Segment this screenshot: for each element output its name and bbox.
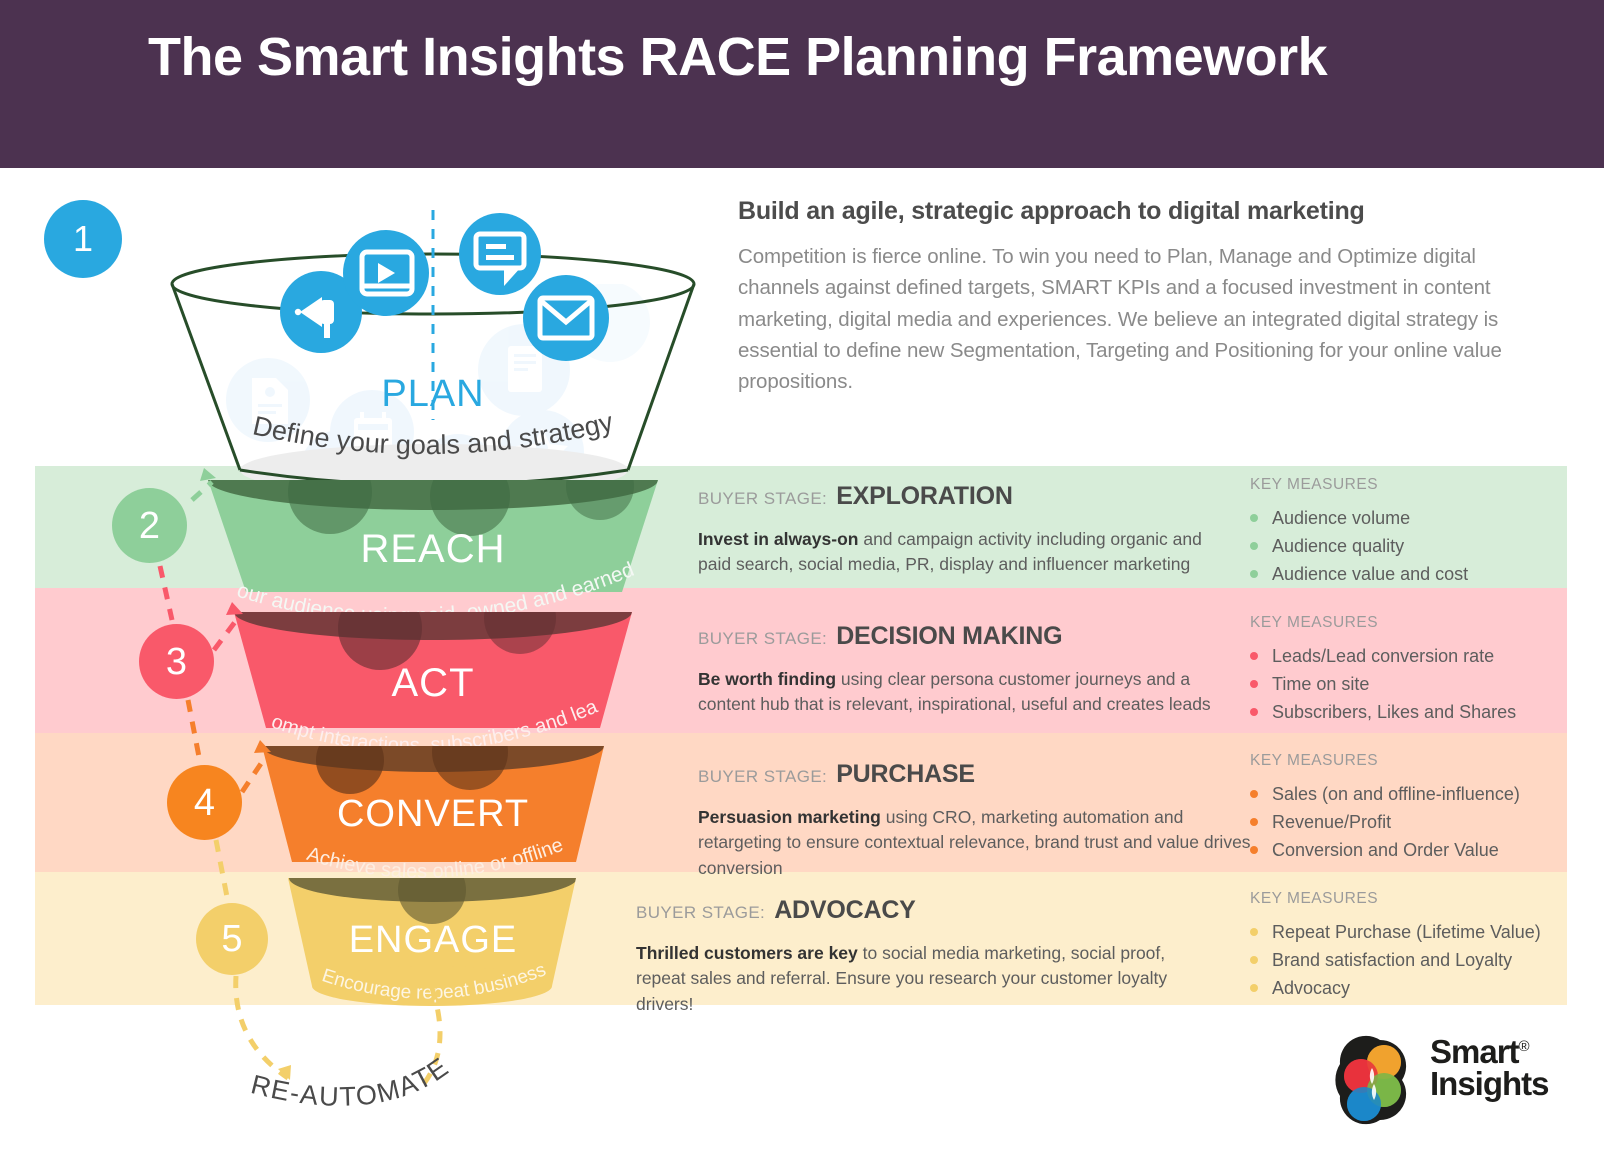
measure-item: Audience quality — [1250, 534, 1550, 559]
loop-label: RE-AUTOMATE — [248, 1051, 455, 1112]
measures-title: KEY MEASURES — [1250, 614, 1379, 631]
intro-block: Build an agile, strategic approach to di… — [738, 196, 1528, 397]
measure-item: Repeat Purchase (Lifetime Value) — [1250, 920, 1550, 945]
row-text-engage: BUYER STAGE: ADVOCACY Thrilled customers… — [636, 898, 1196, 1017]
row-desc-act: Be worth finding using clear persona cus… — [698, 667, 1238, 718]
buyer-stage-prefix: BUYER STAGE: — [698, 629, 828, 648]
logo-registered: ® — [1518, 1038, 1530, 1055]
buyer-stage-prefix: BUYER STAGE: — [698, 767, 828, 786]
measure-item: Brand satisfaction and Loyalty — [1250, 948, 1550, 973]
logo-wordmark: Smart® Insights — [1430, 1035, 1550, 1103]
plan-icon-video — [343, 230, 429, 316]
measures-list: Audience volume Audience quality Audienc… — [1250, 506, 1550, 586]
measure-item: Advocacy — [1250, 976, 1550, 1001]
buyer-stage-engage: BUYER STAGE: ADVOCACY — [636, 898, 1196, 923]
measure-item: Time on site — [1250, 672, 1550, 697]
measure-item: Leads/Lead conversion rate — [1250, 644, 1550, 669]
measures-title: KEY MEASURES — [1250, 890, 1379, 907]
row-text-act: BUYER STAGE: DECISION MAKING Be worth fi… — [698, 624, 1238, 718]
reach-title: REACH — [360, 527, 505, 571]
measures-reach: KEY MEASURES Audience volume Audience qu… — [1250, 476, 1550, 589]
measures-title: KEY MEASURES — [1250, 752, 1379, 769]
row-desc-bold: Invest in always-on — [698, 529, 859, 549]
measures-engage: KEY MEASURES Repeat Purchase (Lifetime V… — [1250, 890, 1550, 1003]
measures-list: Repeat Purchase (Lifetime Value) Brand s… — [1250, 920, 1550, 1000]
buyer-stage-name: EXPLORATION — [836, 482, 1013, 510]
buyer-stage-name: PURCHASE — [836, 760, 975, 788]
measures-title: KEY MEASURES — [1250, 476, 1379, 493]
measures-list: Leads/Lead conversion rate Time on site … — [1250, 644, 1550, 724]
logo-circles-icon — [1335, 1035, 1407, 1125]
buyer-stage-act: BUYER STAGE: DECISION MAKING — [698, 624, 1238, 649]
row-text-reach: BUYER STAGE: EXPLORATION Invest in alway… — [698, 484, 1238, 578]
intro-heading: Build an agile, strategic approach to di… — [738, 197, 1365, 225]
buyer-stage-convert: BUYER STAGE: PURCHASE — [698, 762, 1258, 787]
row-desc-reach: Invest in always-on and campaign activit… — [698, 527, 1238, 578]
measure-item: Audience volume — [1250, 506, 1550, 531]
plan-icon-envelope — [523, 275, 609, 361]
measures-act: KEY MEASURES Leads/Lead conversion rate … — [1250, 614, 1550, 727]
measures-convert: KEY MEASURES Sales (on and offline-influ… — [1250, 752, 1550, 865]
engage-title: ENGAGE — [349, 919, 518, 961]
step-badge-5: 5 — [196, 903, 268, 975]
buyer-stage-prefix: BUYER STAGE: — [698, 489, 828, 508]
step-badge-3: 3 — [139, 624, 214, 699]
intro-body: Competition is fierce online. To win you… — [738, 245, 1502, 393]
row-text-convert: BUYER STAGE: PURCHASE Persuasion marketi… — [698, 762, 1258, 881]
step-badge-1: 1 — [44, 200, 122, 278]
step-badge-4: 4 — [167, 765, 242, 840]
row-desc-bold: Persuasion marketing — [698, 807, 881, 827]
measures-list: Sales (on and offline-influence) Revenue… — [1250, 782, 1550, 862]
measure-item: Audience value and cost — [1250, 562, 1550, 587]
buyer-stage-name: ADVOCACY — [774, 896, 916, 924]
row-desc-bold: Be worth finding — [698, 669, 837, 689]
row-desc-bold: Thrilled customers are key — [636, 943, 858, 963]
buyer-stage-prefix: BUYER STAGE: — [636, 903, 766, 922]
buyer-stage-name: DECISION MAKING — [836, 622, 1063, 650]
step-badge-2: 2 — [112, 488, 187, 563]
measure-item: Conversion and Order Value — [1250, 838, 1550, 863]
convert-title: CONVERT — [337, 793, 529, 835]
buyer-stage-reach: BUYER STAGE: EXPLORATION — [698, 484, 1238, 509]
logo-line2: Insights — [1430, 1065, 1550, 1103]
measure-item: Sales (on and offline-influence) — [1250, 782, 1550, 807]
measure-item: Subscribers, Likes and Shares — [1250, 700, 1550, 725]
row-desc-engage: Thrilled customers are key to social med… — [636, 941, 1196, 1017]
plan-icon-chat — [459, 213, 541, 295]
infographic-root: The Smart Insights RACE Planning Framewo… — [0, 0, 1604, 1160]
plan-title: PLAN — [381, 373, 484, 415]
measure-item: Revenue/Profit — [1250, 810, 1550, 835]
act-title: ACT — [392, 661, 475, 705]
row-desc-convert: Persuasion marketing using CRO, marketin… — [698, 805, 1258, 881]
